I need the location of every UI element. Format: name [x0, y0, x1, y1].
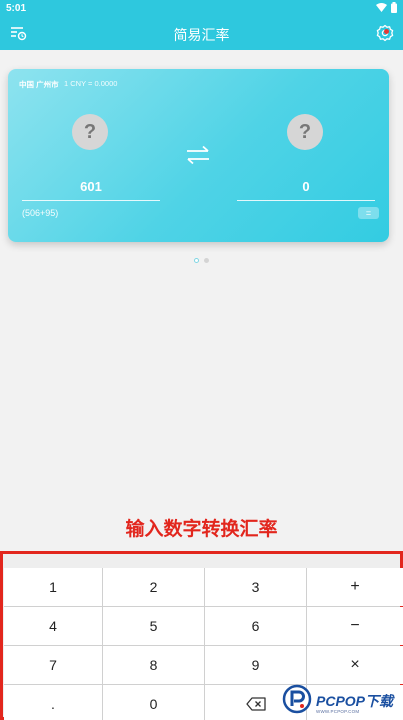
- key-2[interactable]: 2: [103, 568, 204, 606]
- key-7[interactable]: 7: [4, 646, 102, 684]
- page-indicator: [0, 258, 403, 263]
- region-label: 中国 广州市: [19, 80, 59, 89]
- key-minus[interactable]: −: [307, 607, 403, 645]
- pcpop-watermark: PCPOP下载 WWW.PCPOP.COM: [276, 682, 402, 720]
- wifi-icon: [376, 2, 387, 12]
- key-4[interactable]: 4: [4, 607, 102, 645]
- key-0[interactable]: 0: [103, 685, 204, 720]
- key-plus[interactable]: +: [307, 568, 403, 606]
- swap-currencies-button[interactable]: [185, 145, 211, 165]
- expression-text: (506+95): [22, 208, 59, 218]
- key-1[interactable]: 1: [4, 568, 102, 606]
- target-currency-selector[interactable]: ?: [287, 114, 323, 150]
- annotation-caption: 输入数字转换汇率: [125, 519, 278, 540]
- notification-dot: [384, 29, 389, 34]
- key-5[interactable]: 5: [103, 607, 204, 645]
- page-dot[interactable]: [204, 258, 209, 263]
- status-bar: 5:01: [0, 0, 403, 16]
- converter-card: 中国 广州市 1 CNY = 0.0000 ? ? 601 0 (506+95)…: [8, 69, 389, 242]
- page-dot-active[interactable]: [194, 258, 199, 263]
- app-bar: 简易汇率: [0, 16, 403, 50]
- watermark-url: WWW.PCPOP.COM: [316, 709, 360, 714]
- source-currency-selector[interactable]: ?: [72, 114, 108, 150]
- status-time: 5:01: [6, 3, 27, 14]
- swap-arrows-icon: [187, 145, 209, 165]
- source-amount-input[interactable]: 601: [22, 179, 160, 194]
- equals-button[interactable]: =: [358, 207, 379, 219]
- key-3[interactable]: 3: [205, 568, 306, 606]
- target-amount-underline: [237, 200, 375, 201]
- system-icons: [376, 2, 397, 13]
- settings-button[interactable]: [375, 23, 395, 43]
- key-6[interactable]: 6: [205, 607, 306, 645]
- pcpop-logo-icon: [282, 684, 312, 714]
- key-decimal[interactable]: .: [4, 685, 102, 720]
- key-multiply[interactable]: ×: [307, 646, 403, 684]
- backspace-icon: [245, 697, 266, 711]
- exchange-rate-text: 1 CNY = 0.0000: [64, 79, 118, 88]
- source-amount-underline: [22, 200, 160, 201]
- target-amount-output[interactable]: 0: [237, 179, 375, 194]
- watermark-brand: PCPOP下载: [316, 693, 394, 709]
- app-title: 简易汇率: [173, 27, 230, 43]
- key-8[interactable]: 8: [103, 646, 204, 684]
- key-9[interactable]: 9: [205, 646, 306, 684]
- battery-icon: [391, 2, 397, 13]
